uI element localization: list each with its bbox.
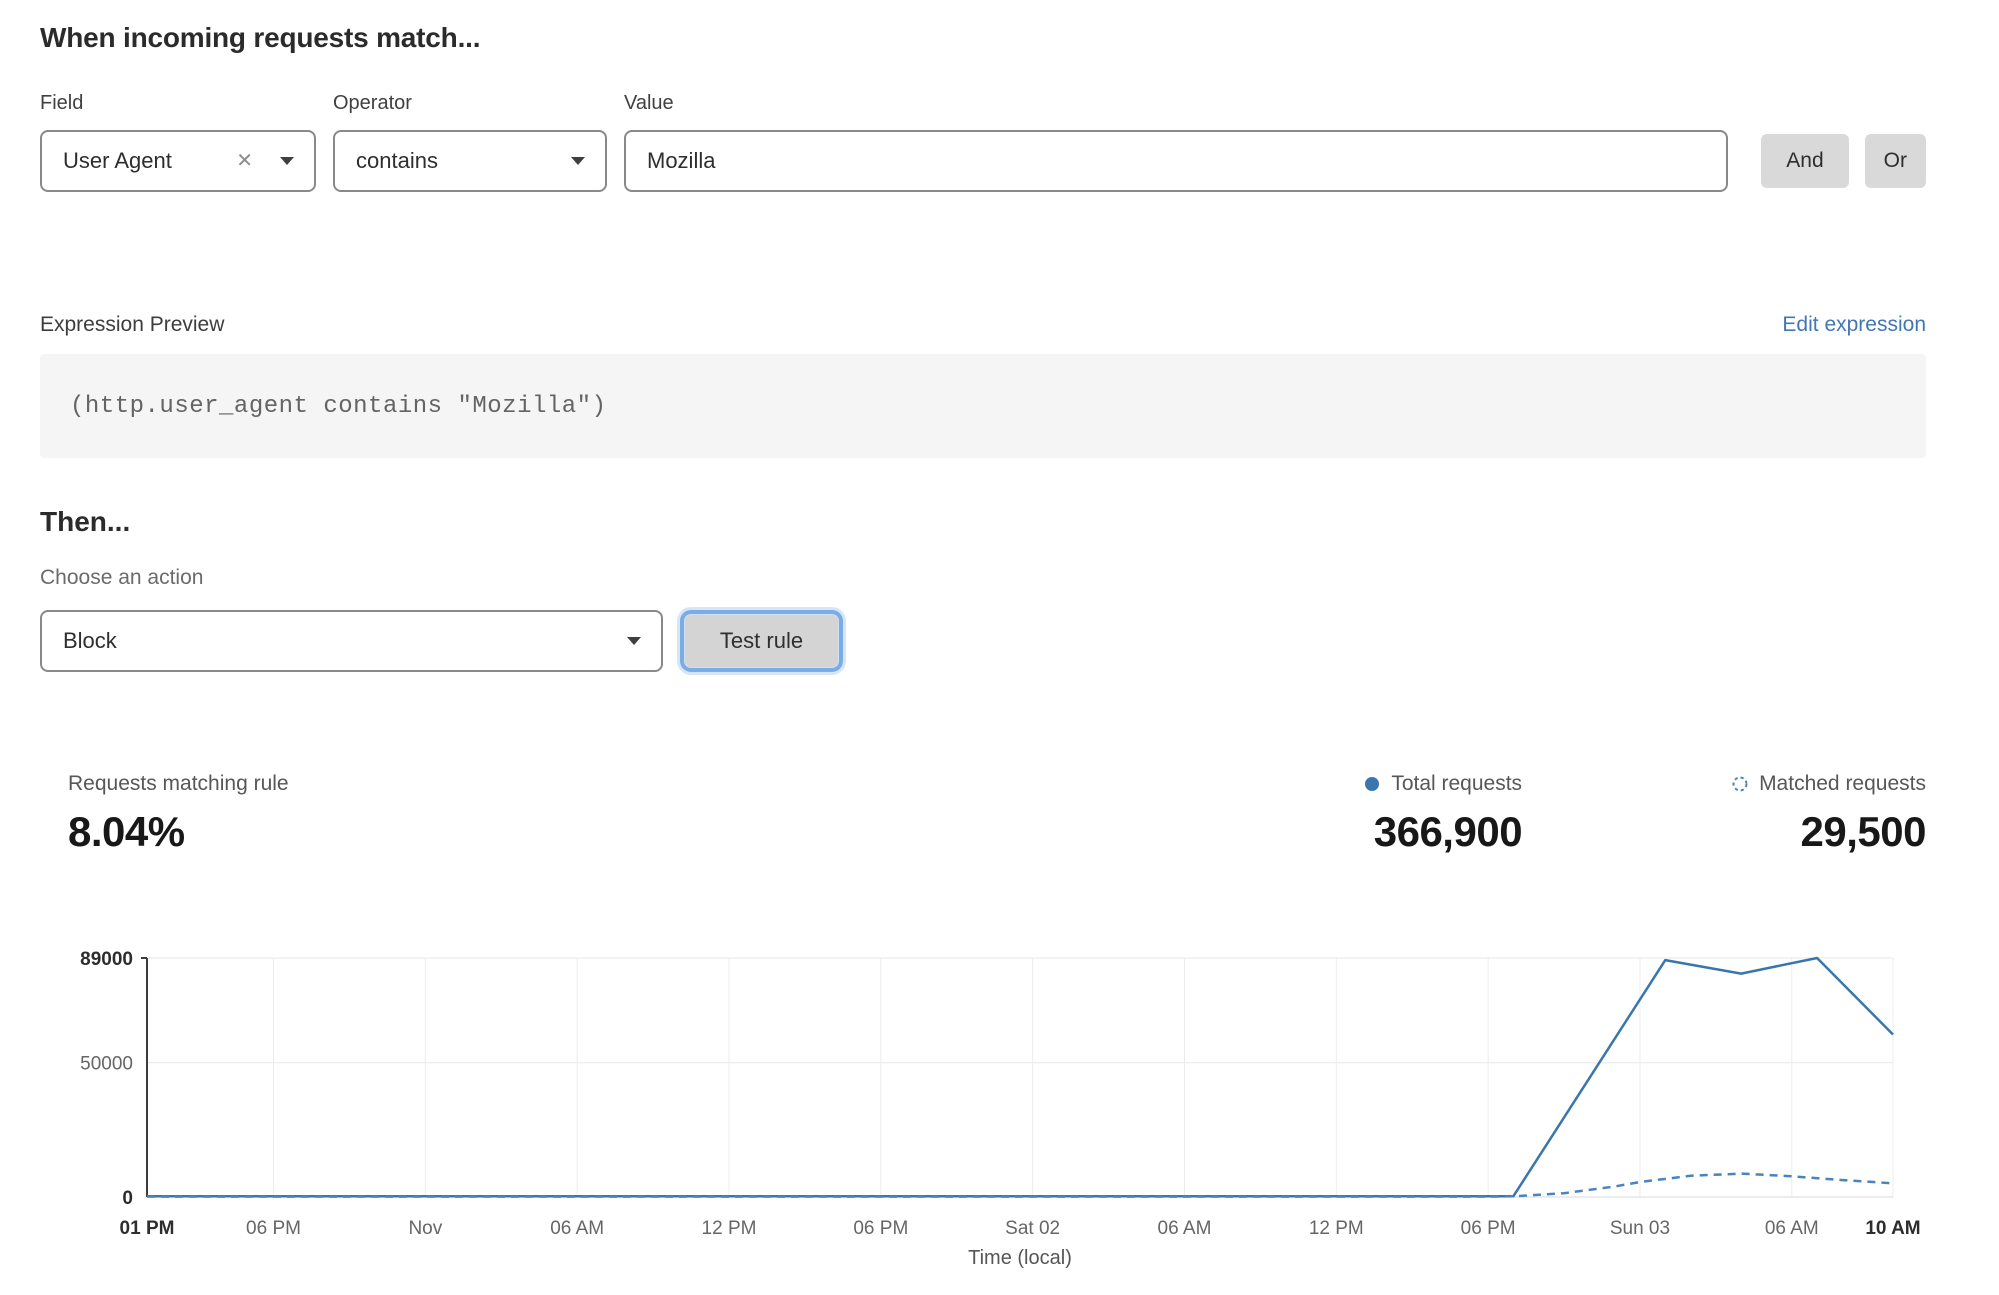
svg-text:06 AM: 06 AM — [550, 1218, 604, 1239]
stats-row: Requests matching rule 8.04% Total reque… — [40, 772, 1926, 856]
operator-select-value: contains — [356, 148, 438, 174]
expression-code-block: (http.user_agent contains "Mozilla") — [40, 354, 1926, 458]
svg-text:06 PM: 06 PM — [1461, 1218, 1516, 1239]
operator-column: Operator contains — [333, 92, 607, 192]
dashed-circle-icon — [1732, 776, 1748, 792]
svg-text:06 PM: 06 PM — [246, 1218, 301, 1239]
chevron-down-icon[interactable] — [626, 636, 642, 646]
requests-chart-svg: 0 50000 89000 01 PM 06 PM Nov 06 AM 12 PM 06 PM S… — [68, 946, 1926, 1278]
svg-text:Time (local): Time (local) — [968, 1247, 1072, 1269]
expression-code: (http.user_agent contains "Mozilla") — [70, 393, 606, 420]
matching-rule-label: Requests matching rule — [68, 772, 289, 796]
value-input-text: Mozilla — [647, 148, 715, 174]
stat-total-requests: Total requests 366,900 — [1364, 772, 1522, 856]
field-select[interactable]: User Agent ✕ — [40, 130, 316, 192]
field-select-value: User Agent — [63, 148, 172, 174]
stat-matched-requests: Matched requests 29,500 — [1732, 772, 1926, 856]
svg-text:06 PM: 06 PM — [853, 1218, 908, 1239]
solid-dot-icon — [1364, 776, 1380, 792]
svg-text:06 AM: 06 AM — [1765, 1218, 1819, 1239]
expression-header-row: Expression Preview Edit expression — [40, 313, 1926, 337]
svg-text:06 AM: 06 AM — [1158, 1218, 1212, 1239]
rule-builder-row: Field User Agent ✕ Operator contains Val… — [40, 92, 1926, 192]
operator-label: Operator — [333, 92, 607, 115]
then-heading: Then... — [40, 506, 1926, 538]
svg-text:10 AM: 10 AM — [1865, 1218, 1920, 1239]
total-requests-label: Total requests — [1391, 772, 1522, 796]
action-select[interactable]: Block — [40, 610, 663, 672]
or-button[interactable]: Or — [1865, 134, 1926, 188]
value-input[interactable]: Mozilla — [624, 130, 1728, 192]
connector-buttons: And Or — [1761, 134, 1926, 188]
rule-tester-page: When incoming requests match... Field Us… — [0, 0, 1999, 1283]
svg-text:50000: 50000 — [80, 1054, 133, 1075]
svg-text:12 PM: 12 PM — [702, 1218, 757, 1239]
test-rule-button[interactable]: Test rule — [685, 615, 838, 667]
and-button[interactable]: And — [1761, 134, 1848, 188]
operator-select[interactable]: contains — [333, 130, 607, 192]
stat-matching-rule: Requests matching rule 8.04% — [68, 772, 289, 856]
svg-text:Sat 02: Sat 02 — [1005, 1218, 1060, 1239]
total-requests-value: 366,900 — [1364, 808, 1522, 856]
action-row: Block Test rule — [40, 610, 1926, 672]
choose-action-label: Choose an action — [40, 566, 1926, 590]
edit-expression-link[interactable]: Edit expression — [1782, 313, 1926, 337]
action-select-value: Block — [63, 628, 117, 654]
total-requests-legend: Total requests — [1364, 772, 1522, 796]
svg-text:0: 0 — [122, 1188, 133, 1209]
clear-icon[interactable]: ✕ — [236, 151, 253, 171]
matched-requests-value: 29,500 — [1732, 808, 1926, 856]
legend-stats: Total requests 366,900 Matched requests … — [1364, 772, 1926, 856]
chevron-down-icon[interactable] — [279, 156, 295, 166]
svg-text:12 PM: 12 PM — [1309, 1218, 1364, 1239]
svg-text:01 PM: 01 PM — [120, 1218, 175, 1239]
page-title: When incoming requests match... — [40, 22, 1926, 54]
field-column: Field User Agent ✕ — [40, 92, 316, 192]
svg-text:Nov: Nov — [408, 1218, 442, 1239]
svg-text:Sun 03: Sun 03 — [1610, 1218, 1670, 1239]
value-label: Value — [624, 92, 1728, 115]
field-label: Field — [40, 92, 316, 115]
expression-preview-label: Expression Preview — [40, 313, 224, 337]
matching-rule-value: 8.04% — [68, 808, 289, 856]
matched-requests-legend: Matched requests — [1732, 772, 1926, 796]
svg-text:89000: 89000 — [80, 949, 133, 970]
matched-requests-label: Matched requests — [1759, 772, 1926, 796]
value-column: Value Mozilla — [624, 92, 1728, 192]
chevron-down-icon[interactable] — [570, 156, 586, 166]
requests-chart: 0 50000 89000 01 PM 06 PM Nov 06 AM 12 PM 06 PM S… — [68, 946, 1926, 1283]
